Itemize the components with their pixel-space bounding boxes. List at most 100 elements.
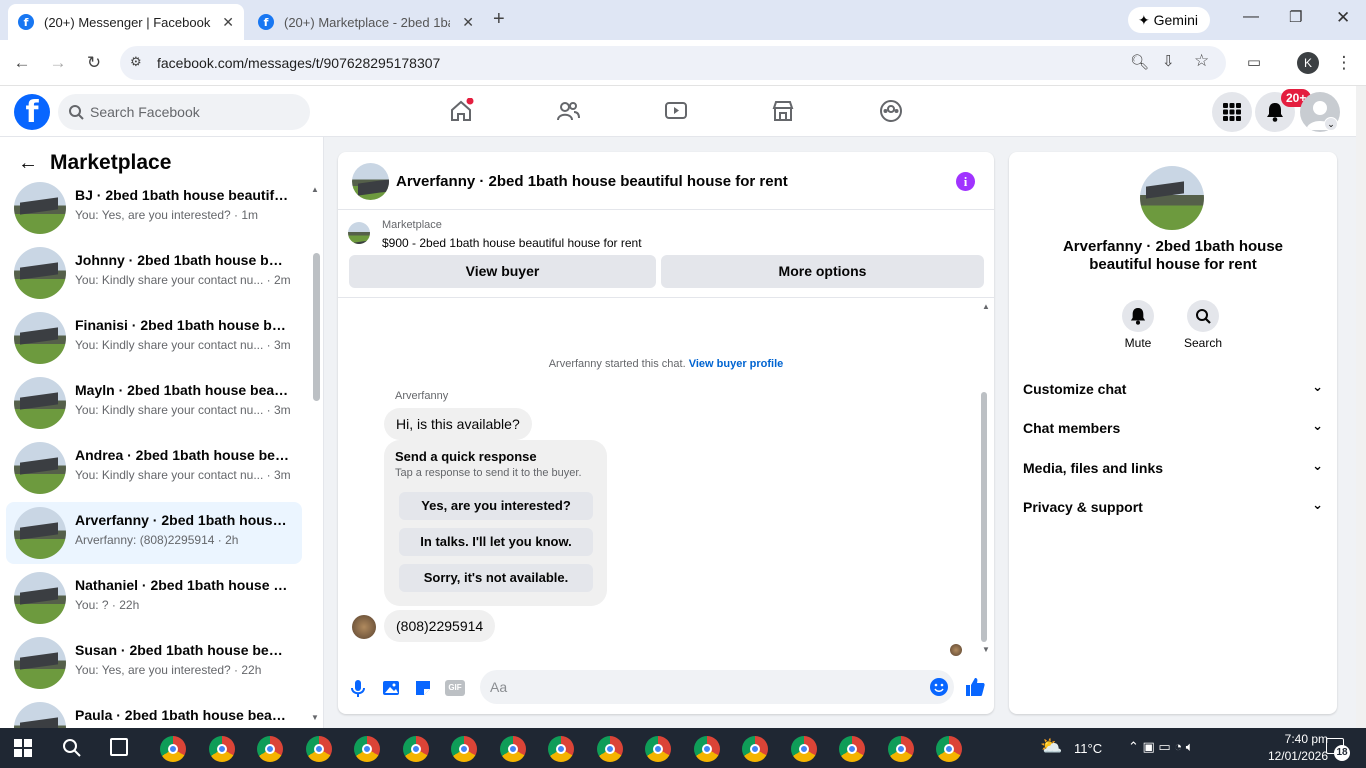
task-view-icon[interactable] xyxy=(110,738,128,756)
clock-date[interactable]: 12/01/2026 xyxy=(1260,749,1328,763)
new-tab-icon[interactable]: + xyxy=(493,8,505,31)
chrome-taskbar-icon[interactable] xyxy=(160,736,186,762)
weather-icon[interactable]: ⛅ xyxy=(1040,736,1062,757)
conversation-item[interactable]: Susan · 2bed 1bath house beaut... You: Ye… xyxy=(6,632,302,694)
bookmark-star-icon[interactable]: ☆ xyxy=(1194,51,1209,71)
chrome-taskbar-icon[interactable] xyxy=(354,736,380,762)
chrome-taskbar-icon[interactable] xyxy=(305,736,332,762)
grid-icon xyxy=(1223,103,1241,121)
menu-grid-button[interactable] xyxy=(1212,92,1252,132)
like-thumb-icon[interactable] xyxy=(964,676,986,698)
quick-response-yes[interactable]: Yes, are you interested? xyxy=(399,492,593,520)
profile-avatar[interactable]: K xyxy=(1297,52,1319,74)
conversation-item[interactable]: Nathaniel · 2bed 1bath house b... You: ? … xyxy=(6,567,302,629)
chrome-taskbar-icon[interactable] xyxy=(936,736,962,762)
chrome-taskbar-icon[interactable] xyxy=(499,736,526,762)
chrome-taskbar-icon[interactable] xyxy=(742,736,768,762)
chrome-taskbar-icon[interactable] xyxy=(645,736,671,762)
microphone-icon[interactable] xyxy=(348,678,368,698)
chat-scrollbar[interactable] xyxy=(981,392,987,642)
chrome-taskbar-icon[interactable] xyxy=(839,736,865,762)
marketplace-icon[interactable] xyxy=(770,98,796,124)
conversation-item[interactable]: BJ · 2bed 1bath house beautiful ... You: … xyxy=(6,177,302,239)
close-tab-icon[interactable]: ✕ xyxy=(222,14,234,31)
chrome-taskbar-icon[interactable] xyxy=(257,736,283,762)
forward-icon[interactable]: → xyxy=(46,51,70,75)
more-options-button[interactable]: More options xyxy=(661,255,984,288)
windows-start-icon[interactable] xyxy=(14,739,32,757)
reload-icon[interactable]: ↻ xyxy=(82,51,106,75)
info-icon[interactable]: i xyxy=(956,172,975,191)
weather-temp[interactable]: 11°C xyxy=(1074,741,1102,756)
back-arrow-icon[interactable]: ← xyxy=(18,152,38,175)
groups-icon[interactable] xyxy=(878,98,904,124)
scroll-down-icon[interactable]: ▼ xyxy=(311,713,319,722)
conversation-name: Arverfanny · 2bed 1bath house ... xyxy=(75,512,290,528)
chrome-taskbar-icon[interactable] xyxy=(693,736,720,762)
emoji-icon[interactable] xyxy=(930,678,948,696)
chat-avatar[interactable] xyxy=(352,163,389,200)
conversation-item[interactable]: Johnny · 2bed 1bath house beau... You: Ki… xyxy=(6,242,302,304)
chrome-taskbar-icon[interactable] xyxy=(548,736,574,762)
chrome-taskbar-icon[interactable] xyxy=(790,736,817,762)
search-chat-button[interactable] xyxy=(1187,300,1219,332)
chrome-taskbar-icon[interactable] xyxy=(402,736,429,762)
photo-icon[interactable] xyxy=(381,678,401,698)
close-tab-icon[interactable]: ✕ xyxy=(462,14,474,31)
gif-icon[interactable]: GIF xyxy=(445,680,465,696)
restore-icon[interactable]: ❐ xyxy=(1289,8,1302,26)
menu-kebab-icon[interactable]: ⋮ xyxy=(1332,51,1356,75)
quick-response-sorry[interactable]: Sorry, it's not available. xyxy=(399,564,593,592)
conversation-item[interactable]: Andrea · 2bed 1bath house beau... You: Ki… xyxy=(6,437,302,499)
system-tray-icons[interactable]: ⌃ ▣ ▭ ◔ 🔈︎ xyxy=(1128,739,1194,755)
info-avatar[interactable] xyxy=(1140,166,1204,230)
listing-price[interactable]: $900 - 2bed 1bath house beautiful house … xyxy=(382,236,642,250)
chrome-taskbar-icon[interactable] xyxy=(887,736,914,762)
url-text[interactable]: facebook.com/messages/t/907628295178307 xyxy=(157,55,440,71)
conversation-item[interactable]: Mayln · 2bed 1bath house beaut... You: Ki… xyxy=(6,372,302,434)
search-facebook-input[interactable]: Search Facebook xyxy=(58,94,310,130)
site-info-icon[interactable]: ⚙ xyxy=(130,54,142,70)
chat-scroll-up-icon[interactable]: ▲ xyxy=(982,302,990,311)
back-icon[interactable]: ← xyxy=(10,51,34,75)
friends-icon[interactable] xyxy=(555,98,581,124)
chrome-taskbar-icon[interactable] xyxy=(208,736,235,762)
install-icon[interactable]: ⇩ xyxy=(1162,52,1175,70)
chat-title[interactable]: Arverfanny · 2bed 1bath house beautiful … xyxy=(396,173,788,190)
sidebar-scrollbar[interactable] xyxy=(313,253,320,401)
facebook-logo[interactable]: f xyxy=(14,94,50,130)
section-privacy-support[interactable]: Privacy & support ⌄ xyxy=(1023,497,1323,529)
gemini-button[interactable]: ✦ Gemini xyxy=(1128,7,1210,33)
tab-marketplace[interactable]: f (20+) Marketplace - 2bed 1bath ✕ xyxy=(248,4,484,40)
home-icon[interactable] xyxy=(448,98,474,124)
conversation-item[interactable]: Paula · 2bed 1bath house beauti... xyxy=(6,697,302,728)
clock-time[interactable]: 7:40 pm xyxy=(1272,732,1328,746)
zoom-icon[interactable]: 🔍︎ xyxy=(1130,53,1149,71)
chrome-taskbar-icon[interactable] xyxy=(451,736,477,762)
sticker-icon[interactable] xyxy=(413,678,433,698)
chat-scroll-down-icon[interactable]: ▼ xyxy=(982,645,990,654)
section-media-files-links[interactable]: Media, files and links ⌄ xyxy=(1023,458,1323,490)
scroll-up-icon[interactable]: ▲ xyxy=(311,185,319,194)
close-window-icon[interactable]: ✕ xyxy=(1336,8,1350,28)
video-icon[interactable] xyxy=(663,98,689,124)
conversation-item[interactable]: Finanisi · 2bed 1bath house bea... You: K… xyxy=(6,307,302,369)
listing-thumbnail[interactable] xyxy=(348,222,370,244)
view-buyer-profile-link[interactable]: View buyer profile xyxy=(689,358,784,370)
conversation-item[interactable]: Arverfanny · 2bed 1bath house ... Arverfa… xyxy=(6,502,302,564)
omnibox[interactable]: ⚙ facebook.com/messages/t/90762829517830… xyxy=(120,46,1226,80)
tab-search-icon[interactable]: ▭ xyxy=(1242,51,1266,75)
view-buyer-button[interactable]: View buyer xyxy=(349,255,656,288)
quick-response-in-talks[interactable]: In talks. I'll let you know. xyxy=(399,528,593,556)
sender-avatar[interactable] xyxy=(352,615,376,639)
message-input[interactable]: Aa xyxy=(480,670,954,704)
mute-button[interactable] xyxy=(1122,300,1154,332)
page-scrollbar[interactable] xyxy=(1356,86,1366,728)
minimize-icon[interactable]: — xyxy=(1243,8,1259,26)
section-customize-chat[interactable]: Customize chat ⌄ xyxy=(1023,379,1323,411)
tab-messenger[interactable]: f (20+) Messenger | Facebook ✕ xyxy=(8,4,244,40)
section-chat-members[interactable]: Chat members ⌄ xyxy=(1023,418,1323,450)
taskbar-search-icon[interactable] xyxy=(62,738,82,758)
chevron-down-icon[interactable]: ⌄ xyxy=(1324,117,1338,131)
chrome-taskbar-icon[interactable] xyxy=(596,736,623,762)
